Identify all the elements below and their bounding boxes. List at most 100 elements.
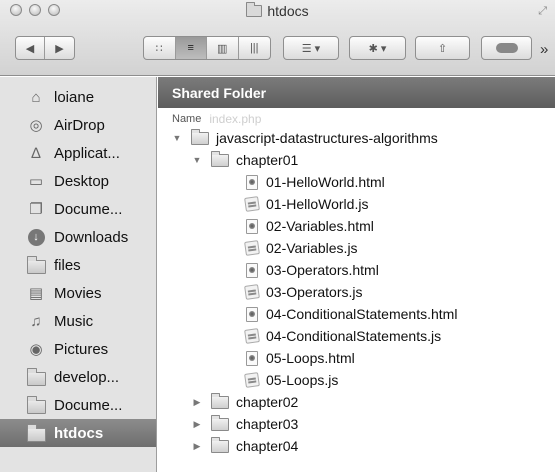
- home-icon: ⌂: [31, 88, 41, 106]
- sidebar-item-label: files: [54, 256, 81, 274]
- list-item-label: 01-HelloWorld.html: [266, 174, 385, 190]
- folder-icon: [211, 392, 229, 409]
- list-item[interactable]: 03-Operators.html: [158, 259, 555, 281]
- list-item[interactable]: 05-Loops.html: [158, 347, 555, 369]
- list-item[interactable]: ▼ javascript-datastructures-algorithms: [158, 127, 555, 149]
- coverflow-view-button[interactable]: |||: [239, 37, 270, 59]
- sidebar-item-label: htdocs: [54, 424, 104, 442]
- list-item[interactable]: ▶ chapter03: [158, 413, 555, 435]
- sidebar-item-label: Pictures: [54, 340, 109, 358]
- sidebar-item-files[interactable]: files: [0, 251, 156, 279]
- column-view-button[interactable]: ▥: [207, 37, 239, 59]
- pictures-icon: ◉: [29, 341, 43, 358]
- desktop-icon: ▭: [28, 173, 44, 190]
- list-item[interactable]: 02-Variables.js: [158, 237, 555, 259]
- sidebar-item-label: Applicat...: [54, 144, 120, 162]
- html-file-icon: [245, 218, 259, 234]
- sidebar-item-pictures[interactable]: ◉ Pictures: [0, 335, 156, 363]
- column-header[interactable]: Name index.php: [158, 110, 555, 127]
- sidebar-item-airdrop[interactable]: ◎ AirDrop: [0, 111, 156, 139]
- js-file-icon: [244, 372, 260, 388]
- list-item-label: chapter04: [236, 438, 299, 454]
- html-file-icon: [245, 262, 259, 278]
- folder-icon: [26, 423, 46, 442]
- html-file-icon: [245, 306, 259, 322]
- sidebar-item-label: Docume...: [54, 200, 123, 218]
- back-forward-group: ◀ ▶: [15, 36, 75, 60]
- forward-button[interactable]: ▶: [45, 37, 74, 59]
- list-item-label: javascript-datastructures-algorithms: [216, 130, 438, 146]
- disclosure-collapsed-icon[interactable]: ▶: [192, 397, 202, 408]
- js-file-icon: [244, 328, 260, 344]
- toolbar-overflow-button[interactable]: »: [540, 41, 548, 58]
- list-item[interactable]: ▶ chapter02: [158, 391, 555, 413]
- list-item[interactable]: 05-Loops.js: [158, 369, 555, 391]
- sidebar-item-documents-folder[interactable]: Docume...: [0, 391, 156, 419]
- sidebar-item-documents[interactable]: ❐ Docume...: [0, 195, 156, 223]
- disclosure-collapsed-icon[interactable]: ▶: [192, 441, 202, 452]
- folder-icon: [26, 395, 46, 414]
- icon-view-button[interactable]: ∷: [144, 37, 176, 59]
- list-item-label: 02-Variables.html: [266, 218, 374, 234]
- sidebar-item-desktop[interactable]: ▭ Desktop: [0, 167, 156, 195]
- list-item-label: chapter02: [236, 394, 299, 410]
- view-mode-group: ∷ ≡ ▥ |||: [143, 36, 271, 60]
- disclosure-expanded-icon[interactable]: ▼: [192, 155, 202, 165]
- back-button[interactable]: ◀: [16, 37, 46, 59]
- file-list-pane: Shared Folder Name index.php ▼ javascrip…: [158, 77, 555, 472]
- list-item[interactable]: 02-Variables.html: [158, 215, 555, 237]
- sidebar-item-applications[interactable]: ∆ Applicat...: [0, 139, 156, 167]
- folder-icon: [246, 2, 263, 17]
- documents-icon: ❐: [29, 201, 43, 218]
- sidebar-item-loiane[interactable]: ⌂ loiane: [0, 83, 156, 111]
- list-item-label: 03-Operators.js: [266, 284, 363, 300]
- applications-icon: ∆: [31, 144, 41, 162]
- sidebar-item-downloads[interactable]: ↓ Downloads: [0, 223, 156, 251]
- title-toolbar: htdocs ⤢ ◀ ▶ ∷ ≡ ▥ ||| ☰ ▾ ✱ ▾ ⇧ »: [0, 0, 555, 76]
- column-header-name[interactable]: Name: [172, 113, 201, 125]
- share-button[interactable]: ⇧: [415, 36, 470, 60]
- list-item[interactable]: ▼ chapter01: [158, 149, 555, 171]
- folder-icon: [26, 367, 46, 386]
- arrange-icon: ☰ ▾: [301, 42, 321, 55]
- sidebar: ⌂ loiane ◎ AirDrop ∆ Applicat... ▭ Deskt…: [0, 77, 157, 472]
- list-item-label: 05-Loops.js: [266, 372, 339, 388]
- js-file-icon: [244, 284, 260, 300]
- list-item-label: chapter03: [236, 416, 299, 432]
- list-item-label: 04-ConditionalStatements.js: [266, 328, 442, 344]
- arrange-button[interactable]: ☰ ▾: [283, 36, 339, 60]
- movies-icon: ▤: [28, 285, 44, 302]
- sidebar-item-develop[interactable]: develop...: [0, 363, 156, 391]
- sidebar-item-movies[interactable]: ▤ Movies: [0, 279, 156, 307]
- share-icon: ⇧: [437, 42, 448, 55]
- tags-button[interactable]: [481, 36, 532, 60]
- list-item[interactable]: 01-HelloWorld.html: [158, 171, 555, 193]
- sidebar-item-label: AirDrop: [54, 116, 105, 134]
- shared-folder-banner: Shared Folder: [158, 77, 555, 108]
- sidebar-item-label: develop...: [54, 368, 120, 386]
- js-file-icon: [244, 240, 260, 256]
- window-title-text: htdocs: [267, 3, 309, 19]
- html-file-icon: [245, 174, 259, 190]
- list-item[interactable]: ▶ chapter04: [158, 435, 555, 457]
- list-view-button[interactable]: ≡: [175, 37, 207, 59]
- sidebar-item-label: Music: [54, 312, 94, 330]
- sidebar-item-label: Movies: [54, 284, 102, 302]
- disclosure-expanded-icon[interactable]: ▼: [172, 133, 182, 143]
- sidebar-item-htdocs[interactable]: htdocs: [0, 419, 156, 447]
- sidebar-item-music[interactable]: ♫ Music: [0, 307, 156, 335]
- sidebar-item-label: Desktop: [54, 172, 110, 190]
- list-item[interactable]: 01-HelloWorld.js: [158, 193, 555, 215]
- list-item-label: chapter01: [236, 152, 299, 168]
- downloads-icon: ↓: [26, 228, 46, 246]
- list-item[interactable]: 04-ConditionalStatements.js: [158, 325, 555, 347]
- list-item[interactable]: 04-ConditionalStatements.html: [158, 303, 555, 325]
- disclosure-collapsed-icon[interactable]: ▶: [192, 419, 202, 430]
- action-button[interactable]: ✱ ▾: [349, 36, 406, 60]
- fullscreen-icon[interactable]: ⤢: [538, 5, 547, 18]
- tag-icon: [495, 43, 518, 53]
- folder-icon: [26, 255, 46, 274]
- list-item-label: 01-HelloWorld.js: [266, 196, 369, 212]
- folder-icon: [211, 414, 229, 431]
- list-item[interactable]: 03-Operators.js: [158, 281, 555, 303]
